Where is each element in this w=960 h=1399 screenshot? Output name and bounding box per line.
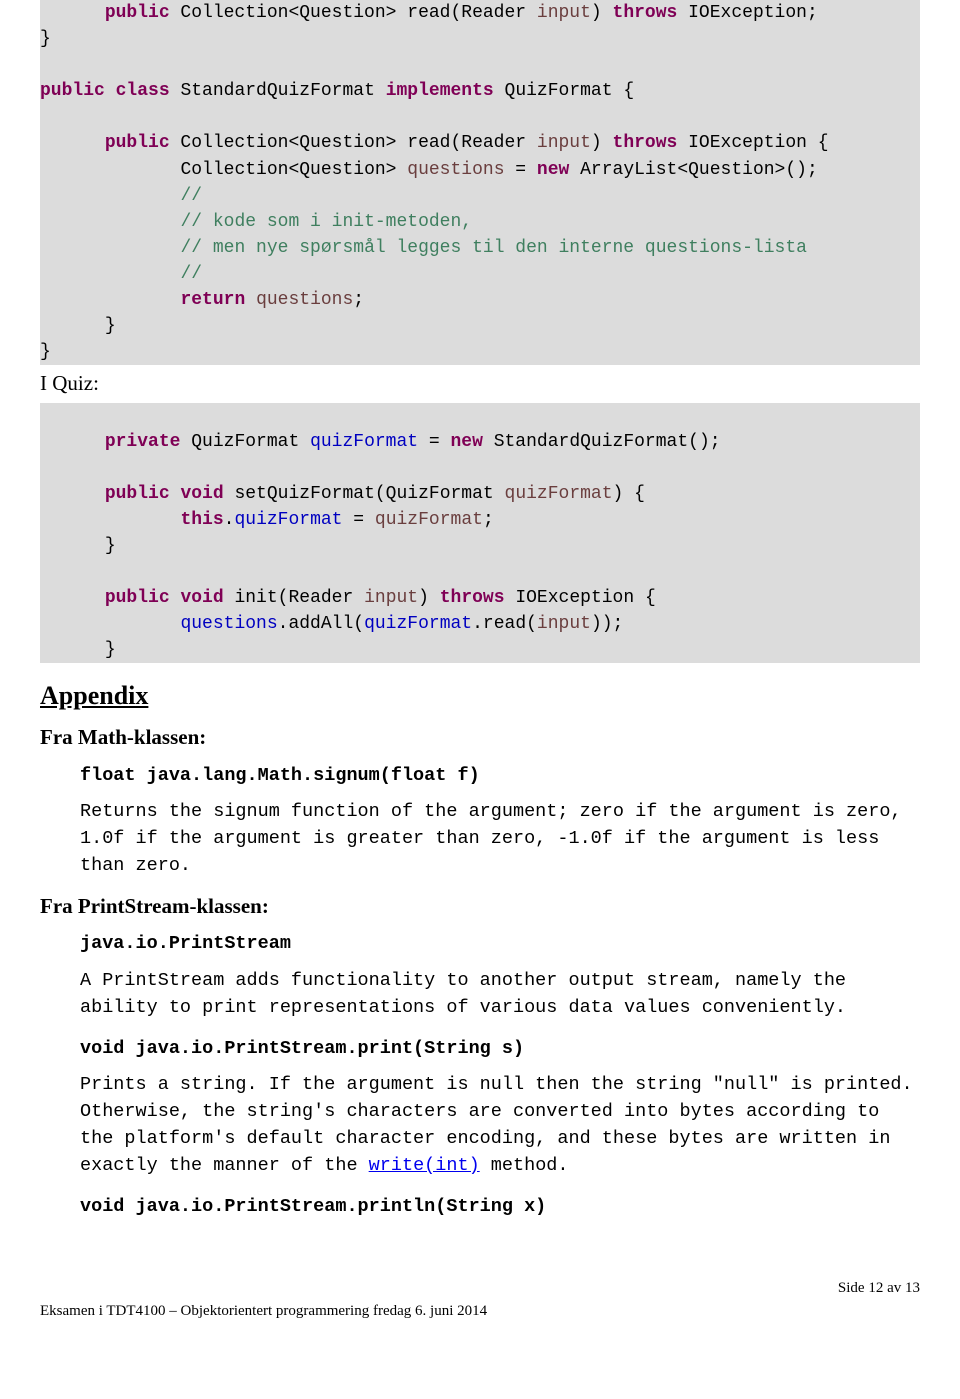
math-description: Returns the signum function of the argum… [80,799,920,879]
math-signature: float java.lang.Math.signum(float f) [80,763,920,790]
print-signature: void java.io.PrintStream.print(String s) [80,1036,920,1063]
page-number: Side 12 av 13 [40,1280,920,1297]
printstream-description: A PrintStream adds functionality to anot… [80,968,920,1022]
footer-exam-info: Eksamen i TDT4100 – Objektorientert prog… [40,1303,920,1320]
write-int-link[interactable]: write(int) [369,1155,480,1176]
code-block-quiz: private QuizFormat quizFormat = new Stan… [40,403,920,664]
math-heading: Fra Math-klassen: [40,725,920,750]
printstream-heading: Fra PrintStream-klassen: [40,894,920,919]
println-signature: void java.io.PrintStream.println(String … [80,1194,920,1221]
printstream-signature: java.io.PrintStream [80,931,920,958]
code-block-top: public Collection<Question> read(Reader … [40,0,920,365]
print-description: Prints a string. If the argument is null… [80,1072,920,1179]
appendix-heading: Appendix [40,681,920,711]
i-quiz-label: I Quiz: [40,371,920,396]
